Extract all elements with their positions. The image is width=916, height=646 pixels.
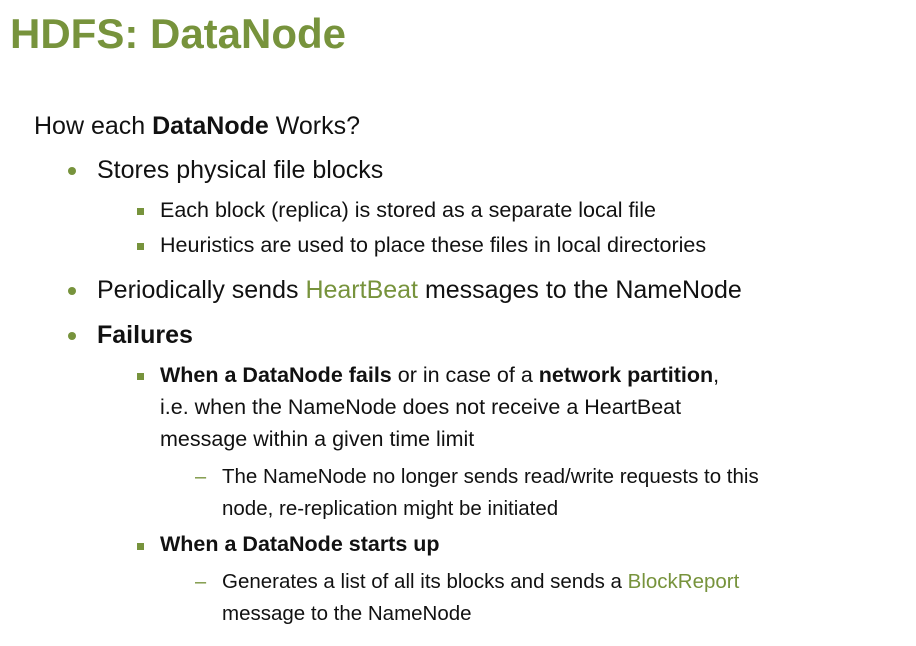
failure-sub2-dash1: Generates a list of all its blocks and s… [222,570,739,594]
square-bullet-icon [137,373,144,380]
failure-sub2-dash1-prefix: Generates a list of all its blocks and s… [222,570,628,593]
square-bullet-icon [137,208,144,215]
failure-sub2-line1: When a DataNode starts up [160,532,440,557]
failure-sub1-line3: message within a given time limit [160,427,475,451]
failure-sub1-line1: When a DataNode fails or in case of a ne… [160,363,719,388]
bullet2-prefix: Periodically sends [97,276,306,304]
intro-bold: DataNode [152,112,269,140]
datanode-starts-bold: When a DataNode starts up [160,532,440,556]
slide-title: HDFS: DataNode [10,10,347,57]
failure-sub1-dash1b: node, re-replication might be initiated [222,497,559,520]
bullet1-sub2: Heuristics are used to place these files… [160,233,707,257]
failure-sub1-end: , [713,363,720,387]
heartbeat-highlight: HeartBeat [305,276,418,304]
square-bullet-icon [137,243,144,250]
datanode-fails-bold: When a DataNode fails [160,363,392,387]
failure-sub1-line2: i.e. when the NameNode does not receive … [160,395,682,419]
bullet2-text: Periodically sends HeartBeat messages to… [97,276,742,305]
bullet-dot-icon [68,167,76,175]
failure-sub1-mid: or in case of a [391,363,539,387]
dash-bullet-icon: – [195,571,207,593]
bullet1-text: Stores physical file blocks [97,156,384,184]
intro-line: How each DataNode Works? [34,112,360,141]
failure-sub1-dash1: The NameNode no longer sends read/write … [222,465,759,488]
bullet-dot-icon [68,332,76,340]
bullet-dot-icon [68,287,76,295]
network-partition-bold: network partition [538,363,714,387]
bullet2-suffix: messages to the NameNode [418,276,742,304]
failure-sub2-dash1b: message to the NameNode [222,602,472,625]
intro-suffix: Works? [268,112,361,140]
dash-bullet-icon: – [195,466,207,488]
failures-label: Failures [97,321,193,350]
square-bullet-icon [137,543,144,550]
intro-prefix: How each [34,112,153,140]
failures-bold: Failures [97,321,193,349]
bullet1-sub1: Each block (replica) is stored as a sepa… [160,198,656,222]
blockreport-highlight: BlockReport [627,570,740,593]
